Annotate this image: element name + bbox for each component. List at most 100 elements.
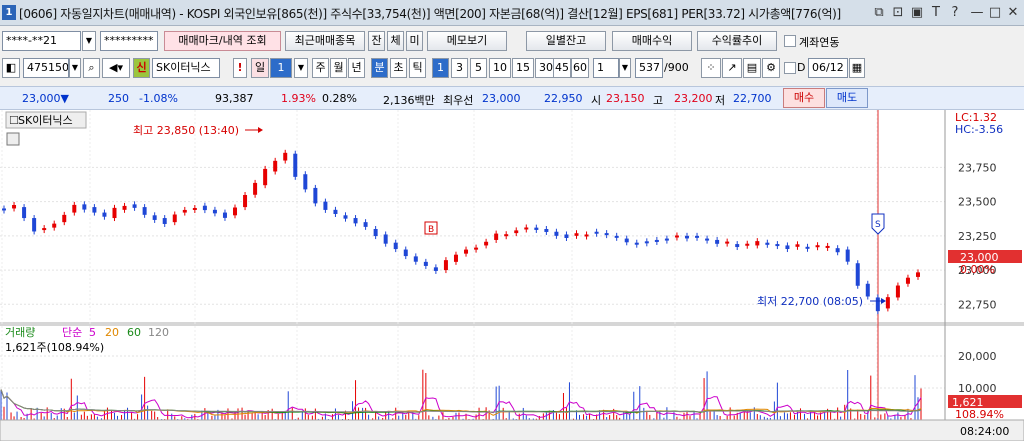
period-week-tab[interactable]: 주 [312, 58, 329, 78]
volume-axis-label: 10,000 [958, 382, 997, 395]
candle [634, 242, 639, 245]
interval-5[interactable]: 5 [470, 58, 487, 78]
calendar-icon[interactable]: ▦ [849, 58, 865, 78]
close-icon[interactable]: ✕ [1005, 5, 1021, 21]
candle [122, 205, 127, 210]
turnover-ratio: 0.28% [322, 92, 357, 105]
interval-60[interactable]: 60 [571, 58, 589, 78]
candle [815, 245, 820, 248]
candle [132, 204, 137, 208]
period-tick-tab[interactable]: 틱 [409, 58, 426, 78]
chart-grid-icon[interactable] [6, 132, 20, 146]
candle [52, 223, 57, 228]
speaker-icon[interactable]: ◀▾ [102, 58, 130, 78]
candle [584, 234, 589, 237]
interval-select[interactable]: 1 [593, 58, 619, 78]
candle [484, 241, 489, 246]
interval-3[interactable]: 3 [451, 58, 468, 78]
period-number[interactable]: 1 [270, 58, 292, 78]
draw-tool-icon[interactable]: ↗ [722, 58, 742, 78]
period-month-tab[interactable]: 월 [330, 58, 347, 78]
memo-button[interactable]: 메모보기 [427, 31, 507, 51]
candle [192, 207, 197, 210]
code-dropdown-icon[interactable]: ▼ [69, 58, 81, 78]
link-icon[interactable]: ⊡ [890, 5, 906, 21]
candle [715, 239, 720, 244]
settings-icon[interactable]: ⚙ [762, 58, 780, 78]
interval-10[interactable]: 10 [489, 58, 511, 78]
sell-marker-label: S [875, 220, 881, 230]
best-quote-label: 최우선 [443, 94, 474, 107]
interval-45[interactable]: 45 [553, 58, 571, 78]
candle [464, 249, 469, 254]
candle [664, 238, 669, 241]
help-icon[interactable]: ? [947, 5, 963, 21]
pin-icon[interactable]: ▣ [909, 5, 925, 21]
search-icon[interactable]: ⌕ [83, 58, 100, 78]
volume-legend: 거래량 [5, 326, 35, 339]
candle [725, 241, 730, 244]
candle [333, 209, 338, 214]
daily-balance-button[interactable]: 일별잔고 [526, 31, 606, 51]
interval-15[interactable]: 15 [512, 58, 534, 78]
buy-button[interactable]: 매수 [783, 88, 825, 108]
warning-button[interactable]: ! [233, 58, 247, 78]
new-listing-badge: 신 [133, 58, 150, 78]
candle [102, 212, 107, 217]
bar-count-field[interactable]: 537 [635, 58, 663, 78]
recent-trades-button[interactable]: 최근매매종목 [285, 31, 365, 51]
date-checkbox[interactable] [784, 62, 796, 74]
balance-button[interactable]: 잔 [368, 31, 385, 51]
candle [654, 239, 659, 242]
low-annotation: 최저 22,700 (08:05) [757, 295, 863, 308]
sell-button[interactable]: 매도 [826, 88, 868, 108]
trade-mark-button[interactable]: 매매마크/내역 조회 [164, 31, 281, 51]
ma-type-label: 단순 [62, 326, 82, 339]
candle [895, 285, 900, 298]
save-icon[interactable]: ▤ [743, 58, 761, 78]
password-field[interactable]: ********* [100, 31, 158, 51]
layout-icon[interactable]: ◧ [2, 58, 20, 78]
account-field[interactable]: ****-**21 [2, 31, 81, 51]
stock-code-field[interactable]: 475150 [23, 58, 69, 78]
trade-profit-button[interactable]: 매매수익 [612, 31, 692, 51]
period-day-tab[interactable]: 일 [251, 58, 269, 78]
account-link-checkbox[interactable] [784, 35, 796, 47]
account-dropdown-icon[interactable]: ▼ [82, 31, 96, 51]
indicator-icon[interactable]: ⁘ [701, 58, 721, 78]
ma120-label: 120 [148, 326, 169, 339]
candle [12, 205, 17, 209]
candle [453, 254, 458, 262]
copy-window-icon[interactable]: ⧉ [871, 5, 887, 21]
title-bar: 1 [0606] 자동일지차트(매매내역) - KOSPI 외국인보유[865(… [0, 0, 1024, 26]
profit-rate-button[interactable]: 수익률추이 [697, 31, 777, 51]
period-dropdown-icon[interactable]: ▼ [294, 58, 308, 78]
candle [323, 201, 328, 210]
candle [905, 277, 910, 284]
date-field[interactable]: 06/12 [808, 58, 848, 78]
candle [433, 267, 438, 271]
window-number-icon: 1 [2, 5, 16, 20]
unexecuted-button[interactable]: 미 [406, 31, 423, 51]
minimize-icon[interactable]: — [969, 5, 985, 21]
interval-dropdown-icon[interactable]: ▼ [619, 58, 631, 78]
price-chart[interactable]: 22,75023,00023,25023,50023,75010,00020,0… [0, 110, 1024, 441]
maximize-icon[interactable]: □ [987, 5, 1003, 21]
last-volume-pct: 108.94% [955, 408, 1004, 421]
period-second-tab[interactable]: 초 [390, 58, 407, 78]
candle [22, 207, 27, 219]
executed-button[interactable]: 체 [387, 31, 404, 51]
interval-1[interactable]: 1 [432, 58, 449, 78]
candle [684, 235, 689, 239]
candle [604, 233, 609, 236]
candle [564, 234, 569, 238]
price-axis-label: 22,750 [958, 298, 997, 311]
candle [644, 241, 649, 244]
font-icon[interactable]: T [928, 5, 944, 21]
candle [202, 205, 207, 211]
period-minute-tab[interactable]: 분 [371, 58, 388, 78]
period-year-tab[interactable]: 년 [348, 58, 365, 78]
candle [765, 242, 770, 245]
candle [62, 214, 67, 223]
candle [162, 218, 167, 224]
